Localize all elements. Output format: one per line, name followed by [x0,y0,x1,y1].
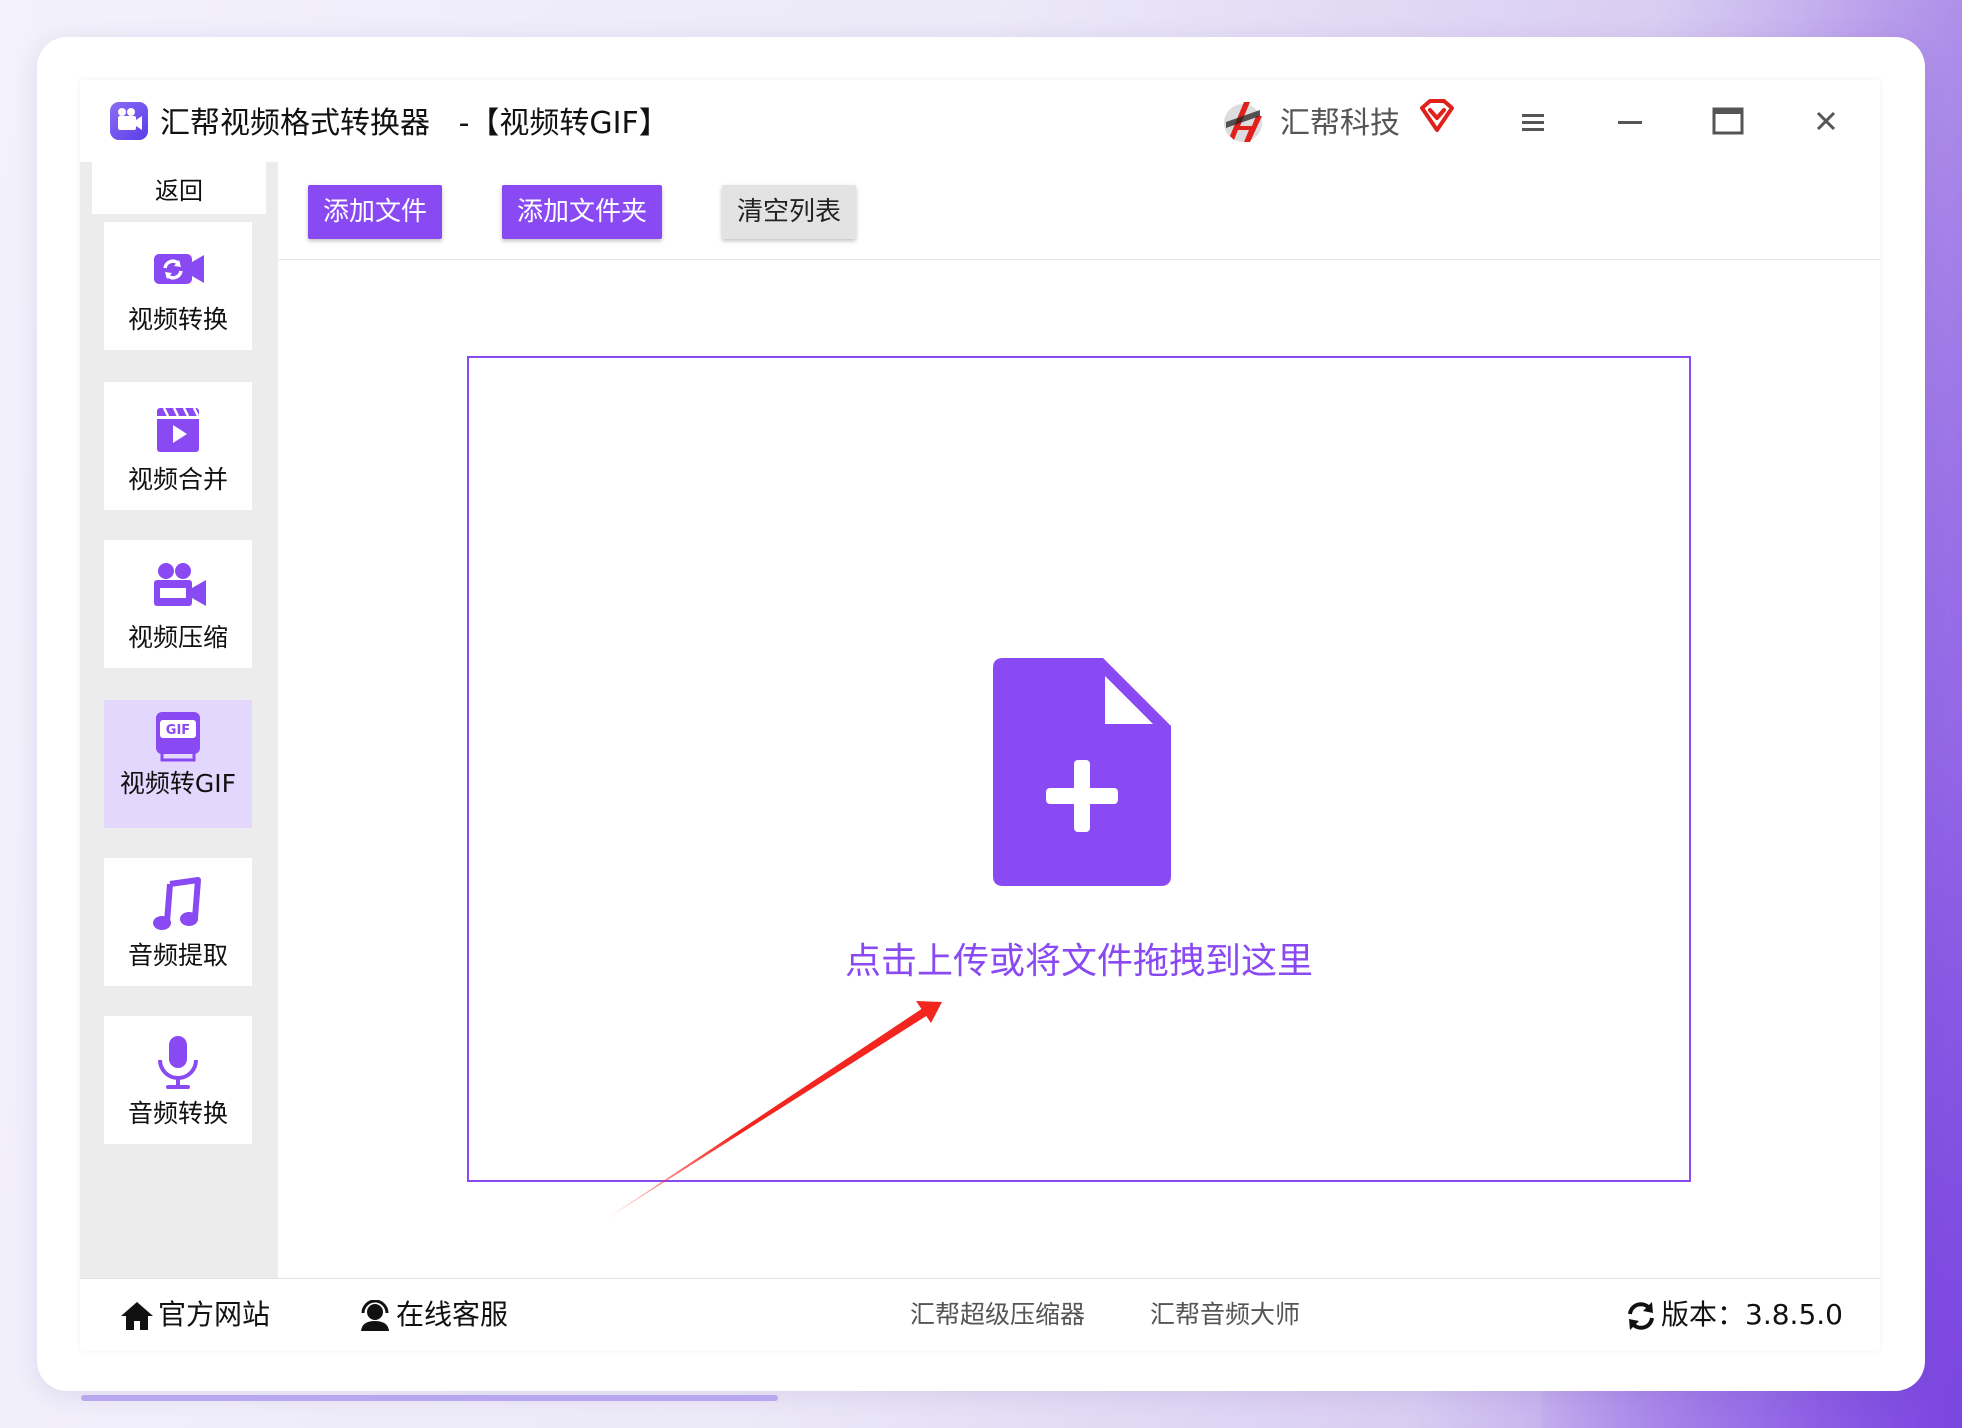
add-file-button[interactable]: 添加文件 [308,185,442,239]
sidebar-item-video-to-gif[interactable]: GIF 视频转GIF [104,700,252,828]
svg-text:GIF: GIF [166,723,190,738]
maximize-icon[interactable] [1708,104,1748,140]
customer-service-icon [361,1299,389,1331]
microphone-icon [158,1036,198,1089]
toolbar: 添加文件 添加文件夹 清空列表 [278,162,1880,260]
scroll-indicator [81,1395,778,1401]
minimize-icon[interactable] [1610,104,1650,140]
vip-diamond-icon[interactable] [1418,98,1456,134]
footer: 官方网站 在线客服 汇帮超级压缩器 汇帮音频大师 版本：3.8.5.0 [80,1278,1880,1351]
sidebar-item-label: 音频提取 [127,941,228,970]
brand-name: 汇帮科技 [1280,106,1400,141]
app-window: 汇帮视频格式转换器 -【视频转GIF】 汇帮科技 返回 视频转换 视频合并 视频… [80,80,1880,1351]
back-button[interactable]: 返回 [92,162,266,214]
online-service-label: 在线客服 [396,1298,509,1331]
sidebar-item-audio-convert[interactable]: 音频转换 [104,1016,252,1144]
video-convert-icon [154,254,204,284]
version-check[interactable]: 版本：3.8.5.0 [1625,1279,1843,1351]
window-title: 汇帮视频格式转换器 -【视频转GIF】 [160,106,669,141]
version-label: 版本： [1661,1298,1746,1331]
clear-list-button[interactable]: 清空列表 [722,185,856,239]
sidebar-item-video-compress[interactable]: 视频压缩 [104,540,252,668]
video-compress-icon [154,563,206,606]
sidebar-item-label: 音频转换 [127,1099,228,1128]
sidebar-item-label: 视频转GIF [119,769,237,798]
brand-logo-icon [1224,102,1262,142]
file-drop-zone[interactable]: 点击上传或将文件拖拽到这里 [467,356,1691,1182]
sidebar-item-audio-extract[interactable]: 音频提取 [104,858,252,986]
audio-master-link[interactable]: 汇帮音频大师 [1150,1279,1300,1351]
close-icon[interactable] [1806,104,1846,140]
title-bar: 汇帮视频格式转换器 -【视频转GIF】 汇帮科技 [80,80,1880,163]
home-icon [121,1302,153,1330]
official-site-label: 官方网站 [158,1298,271,1331]
file-add-icon[interactable] [993,658,1171,886]
version-number: 3.8.5.0 [1745,1298,1843,1331]
online-service-link[interactable]: 在线客服 [358,1279,508,1351]
compressor-link[interactable]: 汇帮超级压缩器 [910,1279,1085,1351]
app-logo-icon [110,102,148,140]
sidebar-item-video-convert[interactable]: 视频转换 [104,222,252,350]
sidebar-item-video-merge[interactable]: 视频合并 [104,382,252,510]
music-note-icon [153,877,201,930]
sidebar-item-label: 视频转换 [127,305,228,334]
sidebar-item-label: 视频合并 [127,465,228,494]
sidebar: 返回 视频转换 视频合并 视频压缩 GIF 视频转GIF 音频提取 音频转换 [80,162,278,1278]
add-folder-button[interactable]: 添加文件夹 [502,185,662,239]
refresh-icon [1628,1302,1654,1330]
menu-icon[interactable] [1512,104,1552,140]
drop-zone-text: 点击上传或将文件拖拽到这里 [844,941,1313,982]
sidebar-item-label: 视频压缩 [127,623,228,652]
gif-icon: GIF [156,712,200,762]
video-merge-icon [157,407,200,452]
official-site-link[interactable]: 官方网站 [120,1279,270,1351]
